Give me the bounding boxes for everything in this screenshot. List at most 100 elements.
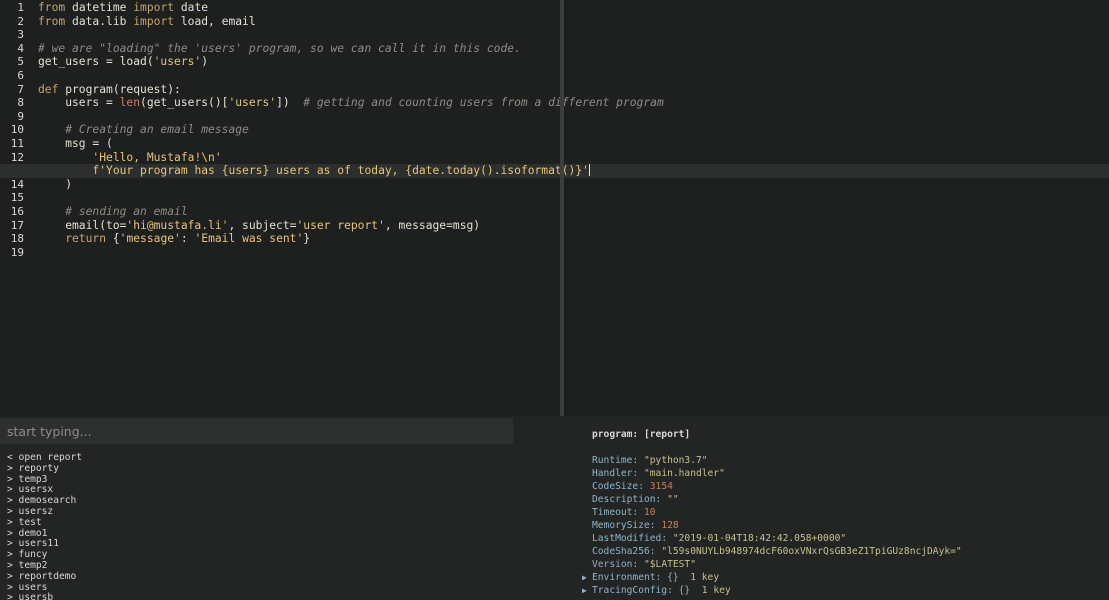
property-key: CodeSize [592,481,639,492]
property-row: CodeSize: 3154 [582,480,1102,493]
code-text: # we are "loading" the 'users' program, … [38,42,521,56]
code-text: get_users = load('users') [38,55,208,69]
code-token: msg = ( [38,137,113,150]
code-token: program(request): [58,82,181,96]
code-line[interactable]: from data.lib import load, email [0,15,1109,29]
program-list: < open report > reporty > temp3 > usersx > d… [7,452,547,600]
code-token: 'Email was sent' [194,232,304,246]
property-row: Runtime: "python3.7" [582,454,1102,467]
code-token: 'hi@mustafa.li' [126,218,229,232]
program-list-item[interactable]: > temp3 [7,474,547,486]
program-list-item[interactable]: > demo1 [7,528,547,540]
code-text: from datetime import date [38,1,208,15]
code-line[interactable] [0,28,1109,42]
code-line[interactable]: email(to='hi@mustafa.li', subject='user … [0,219,1109,233]
code-editor[interactable]: 12345678910111213141516171819 from datet… [0,0,1109,416]
property-row: LastModified: "2019-01-04T18:42:42.058+0… [582,532,1102,545]
code-line[interactable]: ) [0,178,1109,192]
expand-triangle-icon[interactable]: ▶ [582,584,592,597]
property-value: {} [678,585,691,596]
code-text: return {'message': 'Email was sent'} [38,232,310,246]
code-token: from [38,14,66,28]
code-line[interactable]: # we are "loading" the 'users' program, … [0,42,1109,56]
property-value: 3154 [649,481,673,492]
property-row: Timeout: 10 [582,506,1102,519]
property-value: "$LATEST" [644,559,696,570]
code-token: def [38,82,59,96]
code-line[interactable]: msg = ( [0,137,1109,151]
code-line[interactable]: # sending an email [0,205,1109,219]
program-list-item[interactable]: > usersb [7,593,547,600]
code-line-active[interactable]: f'Your program has {users} users as of t… [0,164,1109,178]
code-line[interactable] [0,191,1109,205]
property-row[interactable]: ▶ TracingConfig: {} 1 key [582,584,1102,597]
code-token: 'users' [153,55,202,69]
code-token: date [174,1,209,14]
code-token: # getting and counting users from a diff… [303,96,664,110]
property-key-count: 1 key [690,585,731,596]
code-line[interactable] [0,110,1109,124]
property-key-count: 1 key [678,572,720,583]
code-token: len [119,96,141,110]
code-text: # Creating an email message [38,123,249,137]
open-report-item[interactable]: < open report [7,452,547,464]
property-separator: : [649,520,662,531]
program-list-item[interactable]: > test [7,517,547,529]
program-list-item[interactable]: > funcy [7,549,547,561]
property-key: Description [592,494,656,505]
program-list-item[interactable]: > reporty [7,463,547,475]
property-key: CodeSha256 [592,546,650,557]
code-text: # sending an email [38,205,188,219]
property-separator: : [661,533,673,544]
code-line[interactable]: def program(request): [0,83,1109,97]
code-text: 'Hello, Mustafa!\n' [38,151,221,165]
code-token: datetime [65,1,134,14]
code-token: # we are "loading" the 'users' program, … [38,41,521,55]
code-line[interactable] [0,69,1109,83]
code-token: # sending an email [65,205,188,218]
property-separator: : [655,494,668,505]
property-value: 10 [644,507,656,518]
code-token: { [106,232,120,246]
code-line[interactable]: users = len(get_users()['users']) # gett… [0,96,1109,110]
program-list-item[interactable]: > usersx [7,485,547,496]
code-line[interactable]: return {'message': 'Email was sent'} [0,232,1109,246]
property-separator: : [632,507,644,518]
program-properties: Runtime: "python3.7" Handler: "main.handl… [582,454,1102,597]
code-token: users = [38,96,120,110]
code-token: 'users' [228,96,277,110]
code-token: get_users = load( [38,55,154,69]
code-line[interactable]: # Creating an email message [0,123,1109,137]
code-token: 'user report' [296,218,385,232]
property-row: Version: "$LATEST" [582,558,1102,571]
property-row: MemorySize: 128 [582,519,1102,532]
program-list-item[interactable]: > demosearch [7,495,547,507]
code-line[interactable]: 'Hello, Mustafa!\n' [0,151,1109,165]
expand-triangle-icon[interactable]: ▶ [582,571,592,584]
program-list-item[interactable]: > users11 [7,539,547,550]
property-row[interactable]: ▶ Environment: {} 1 key [582,571,1102,584]
program-list-item[interactable]: > usersz [7,506,547,518]
program-list-item[interactable]: > reportdemo [7,571,547,583]
property-value: "l59s0NUYLb948974dcF60oxVNxrQsGB3eZ1TpiG… [661,546,962,557]
code-text: msg = ( [38,137,113,151]
code-line[interactable]: from datetime import date [0,1,1109,15]
code-line[interactable]: get_users = load('users') [0,55,1109,69]
property-key: Environment [592,572,656,583]
property-key: Version [592,559,633,570]
search-input[interactable] [0,418,513,444]
code-line[interactable] [0,246,1109,260]
program-list-item[interactable]: > temp2 [7,560,547,572]
program-list-item[interactable]: > users [7,582,547,594]
code-token: 'message' [119,232,181,246]
pane-divider[interactable] [560,0,564,416]
code-text: f'Your program has {users} users as of t… [38,164,590,178]
property-key: LastModified [592,533,662,544]
property-key: Runtime [592,455,633,466]
code-lines[interactable]: from datetime import date from data.lib i… [0,0,1109,416]
code-token: (get_users()[ [140,96,229,110]
code-token: ) [38,177,73,191]
